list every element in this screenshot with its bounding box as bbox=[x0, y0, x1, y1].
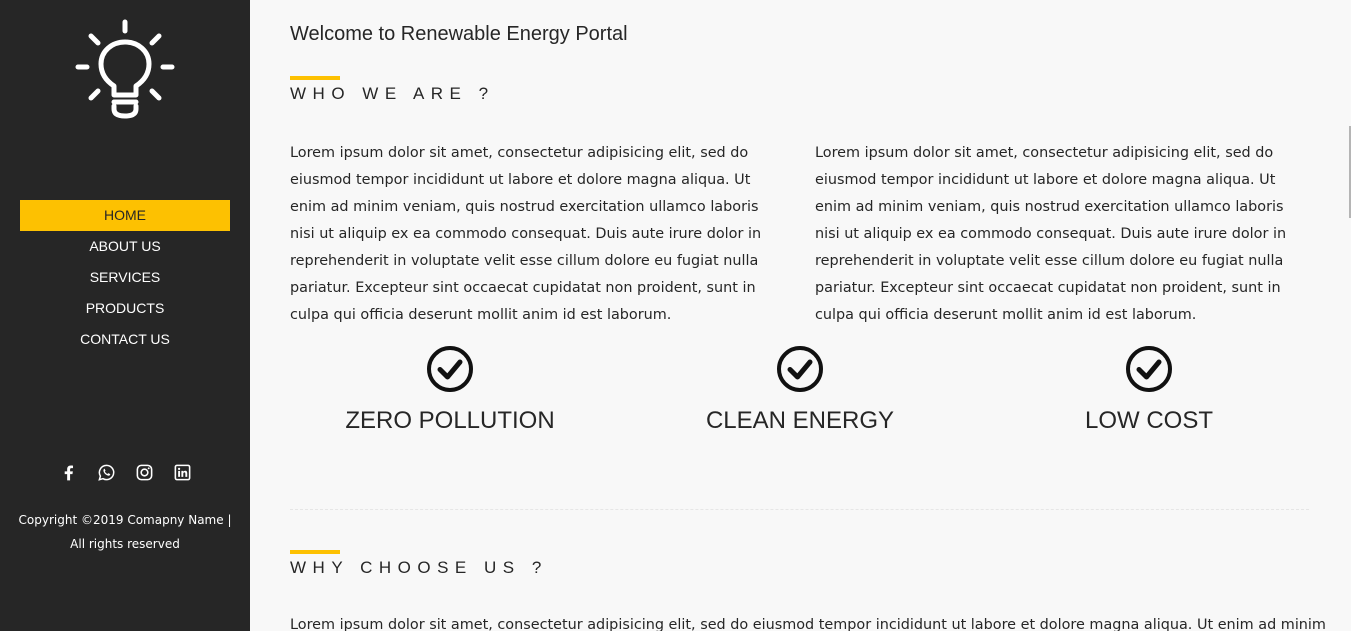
who-paragraph-right: Lorem ipsum dolor sit amet, consectetur … bbox=[815, 145, 1287, 323]
copyright: Copyright ©2019 Comapny Name | All right… bbox=[0, 508, 250, 556]
section-heading-why: WHY CHOOSE US ? bbox=[290, 558, 548, 577]
section-heading-who: WHO WE ARE ? bbox=[290, 84, 495, 103]
copyright-line: Copyright ©2019 Comapny Name | bbox=[18, 513, 232, 527]
linkedin-icon[interactable] bbox=[173, 463, 192, 482]
feature-label: LOW COST bbox=[1084, 407, 1213, 434]
nav-item-contact-us[interactable]: CONTACT US bbox=[20, 324, 230, 355]
feature-label: CLEAN ENERGY bbox=[705, 407, 895, 434]
nav-item-home[interactable]: HOME bbox=[20, 200, 230, 231]
accent-bar bbox=[290, 76, 340, 80]
facebook-icon[interactable] bbox=[59, 463, 78, 482]
page-title: Welcome to Renewable Energy Portal bbox=[290, 23, 628, 45]
rights-line: All rights reserved bbox=[70, 537, 180, 551]
lightbulb-icon[interactable] bbox=[74, 18, 176, 120]
nav-item-services[interactable]: SERVICES bbox=[20, 262, 230, 293]
main-content: Welcome to Renewable Energy Portal WHO W… bbox=[250, 0, 1351, 631]
whatsapp-icon[interactable] bbox=[97, 463, 116, 482]
main-nav: HOME ABOUT US SERVICES PRODUCTS CONTACT … bbox=[20, 200, 230, 355]
why-paragraph: Lorem ipsum dolor sit amet, consectetur … bbox=[290, 617, 1326, 631]
accent-bar bbox=[290, 550, 340, 554]
feature-low-cost: LOW COST bbox=[989, 345, 1309, 435]
feature-label: ZERO POLLUTION bbox=[345, 407, 555, 434]
instagram-icon[interactable] bbox=[135, 463, 154, 482]
nav-item-about-us[interactable]: ABOUT US bbox=[20, 231, 230, 262]
sidebar: HOME ABOUT US SERVICES PRODUCTS CONTACT … bbox=[0, 0, 250, 631]
feature-zero-pollution: ZERO POLLUTION bbox=[290, 345, 610, 435]
check-circle-icon bbox=[1126, 346, 1172, 392]
section-divider bbox=[290, 509, 1309, 510]
social-links bbox=[0, 463, 250, 482]
feature-clean-energy: CLEAN ENERGY bbox=[640, 345, 960, 435]
who-paragraph-left: Lorem ipsum dolor sit amet, consectetur … bbox=[290, 145, 762, 323]
nav-item-products[interactable]: PRODUCTS bbox=[20, 293, 230, 324]
check-circle-icon bbox=[427, 346, 473, 392]
check-circle-icon bbox=[777, 346, 823, 392]
